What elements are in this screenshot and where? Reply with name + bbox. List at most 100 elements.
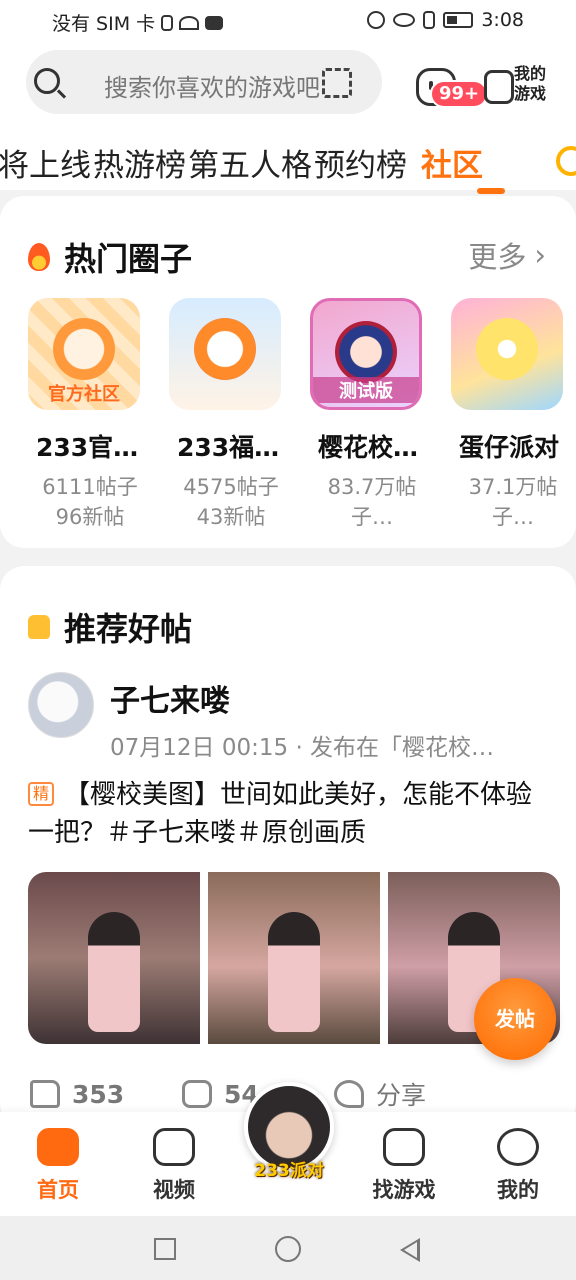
more-circles-link[interactable]: 更多 › <box>468 234 546 276</box>
list-icon <box>383 1128 425 1166</box>
circle-stats: 83.7万帖 子… <box>310 472 434 532</box>
home-icon[interactable] <box>275 1236 301 1262</box>
new-post-count: 子… <box>351 505 393 529</box>
circle-name: 樱花校… <box>318 433 419 462</box>
post-count: 4575帖子 <box>183 475 279 499</box>
message-badge: 99+ <box>430 80 489 108</box>
circle-stats: 6111帖子 96新帖 <box>28 472 152 532</box>
thumbs-up-icon <box>30 1080 60 1108</box>
circle-item[interactable]: 233福… 4575帖子 43新帖 <box>169 298 310 532</box>
video-play-icon <box>153 1128 195 1166</box>
circle-thumbnail: 测试版 <box>310 298 422 410</box>
nav-find-games-label: 找游戏 <box>372 1178 436 1202</box>
nav-video[interactable]: 视频 <box>124 1128 224 1204</box>
post-header: 子七来喽 07月12日 00:15 · 发布在「樱花校… <box>28 672 558 761</box>
search-icon <box>34 68 60 94</box>
sim-icon <box>161 14 174 31</box>
battery-icon <box>443 12 474 28</box>
chevron-right-icon: › <box>534 238 546 272</box>
thumb-label: 官方社区 <box>48 384 120 405</box>
hot-circles-title-text: 热门圈子 <box>64 240 193 278</box>
nav-party[interactable]: 233派对 <box>242 1082 336 1202</box>
share-button[interactable]: 分享 <box>334 1076 486 1112</box>
featured-tag: 精 <box>28 782 55 806</box>
nav-home[interactable]: 首页 <box>8 1128 108 1204</box>
circle-thumbnail <box>451 298 563 410</box>
post-image[interactable] <box>28 872 200 1044</box>
circle-name: 蛋仔派对 <box>459 433 560 462</box>
mascot-image <box>194 318 256 380</box>
post-image[interactable] <box>208 872 380 1044</box>
fire-icon <box>28 243 50 271</box>
home-gamepad-icon <box>37 1128 79 1166</box>
nav-home-label: 首页 <box>37 1178 79 1202</box>
search-placeholder: 搜索你喜欢的游戏吧 <box>104 74 320 102</box>
eye-icon <box>393 13 416 27</box>
new-post-count: 96新帖 <box>55 505 125 529</box>
scan-icon[interactable] <box>322 68 352 98</box>
category-tabs: 将上线 热游榜 第五人格 预约榜 社区 <box>0 140 483 184</box>
system-nav-bar <box>0 1216 576 1280</box>
more-label: 更多 <box>468 240 527 274</box>
new-post-count: 43新帖 <box>196 505 266 529</box>
author-name[interactable]: 子七来喽 <box>110 676 230 720</box>
my-games-label: 我的游戏 <box>514 64 547 103</box>
circle-name: 233福… <box>177 433 280 462</box>
hot-circles-title: 热门圈子 <box>28 234 192 280</box>
like-button[interactable]: 353 <box>30 1076 182 1112</box>
recommended-title-text: 推荐好帖 <box>64 610 193 648</box>
thumbs-up-emoji-icon <box>28 615 50 639</box>
party-label: 233派对 <box>254 1161 324 1181</box>
nav-mine[interactable]: 我的 <box>468 1128 568 1204</box>
create-post-label: 发帖 <box>495 1007 535 1031</box>
tab-identity-v[interactable]: 第五人格 <box>188 140 312 184</box>
post-body[interactable]: 精【樱校美图】世间如此美好，怎能不体验一把？＃子七来喽＃原创画质 <box>28 776 548 852</box>
share-label: 分享 <box>376 1081 427 1110</box>
tab-reservation[interactable]: 预约榜 <box>314 140 407 184</box>
back-icon[interactable] <box>400 1238 420 1262</box>
video-icon <box>205 15 224 30</box>
circle-stats: 37.1万帖 子… <box>451 472 575 532</box>
status-bar: 没有 SIM 卡 3:08 <box>0 0 576 40</box>
clock: 3:08 <box>481 9 524 31</box>
egg-mascot-image <box>476 318 538 380</box>
mascot-image <box>53 318 115 380</box>
circle-name: 233官… <box>36 433 139 462</box>
new-post-count: 子… <box>492 505 534 529</box>
nav-find-games[interactable]: 找游戏 <box>354 1128 454 1204</box>
circle-item[interactable]: 蛋仔派对 37.1万帖 子… <box>451 298 576 532</box>
post-count: 37.1万帖 <box>468 475 558 499</box>
circle-item[interactable]: 官方社区 233官… 6111帖子 96新帖 <box>28 298 169 532</box>
circle-list: 官方社区 233官… 6111帖子 96新帖 233福… 4575帖子 43新帖… <box>28 298 576 532</box>
tab-community[interactable]: 社区 <box>421 140 483 184</box>
author-avatar[interactable] <box>28 672 94 738</box>
comment-icon <box>182 1080 212 1108</box>
wifi-icon <box>179 15 200 30</box>
profile-face-icon <box>497 1128 539 1166</box>
tab-hot[interactable]: 热游榜 <box>93 140 186 184</box>
circle-thumbnail: 官方社区 <box>28 298 140 410</box>
carrier-text: 没有 SIM 卡 <box>52 13 156 35</box>
post-text: 【樱校美图】世间如此美好，怎能不体验一把？＃子七来喽＃原创画质 <box>28 780 533 848</box>
top-header: 搜索你喜欢的游戏吧 99+ 我的游戏 将上线 热游榜 第五人格 预约榜 社区 <box>0 40 576 194</box>
circle-stats: 4575帖子 43新帖 <box>169 472 293 532</box>
nav-mine-label: 我的 <box>497 1178 539 1202</box>
post-meta: 07月12日 00:15 · 发布在「樱花校… <box>110 735 495 761</box>
my-games-button[interactable]: 我的游戏 <box>484 64 554 112</box>
circle-thumbnail <box>169 298 281 410</box>
recents-icon[interactable] <box>154 1238 176 1260</box>
circle-item[interactable]: 测试版 樱花校… 83.7万帖 子… <box>310 298 451 532</box>
active-tab-indicator <box>477 188 505 194</box>
more-tab-icon[interactable] <box>556 146 576 176</box>
vibrate-icon <box>423 11 436 29</box>
hot-circles-card: 热门圈子 更多 › 官方社区 233官… 6111帖子 96新帖 233福… 4… <box>0 196 576 548</box>
gamepad-icon <box>484 70 514 104</box>
post-count: 83.7万帖 <box>327 475 417 499</box>
like-count: 353 <box>72 1079 125 1109</box>
characters-image <box>335 321 397 383</box>
create-post-button[interactable]: 发帖 <box>474 978 556 1060</box>
nav-video-label: 视频 <box>153 1178 195 1202</box>
tab-upcoming[interactable]: 将上线 <box>0 140 91 184</box>
share-icon <box>334 1080 364 1108</box>
recommended-title: 推荐好帖 <box>28 604 192 650</box>
